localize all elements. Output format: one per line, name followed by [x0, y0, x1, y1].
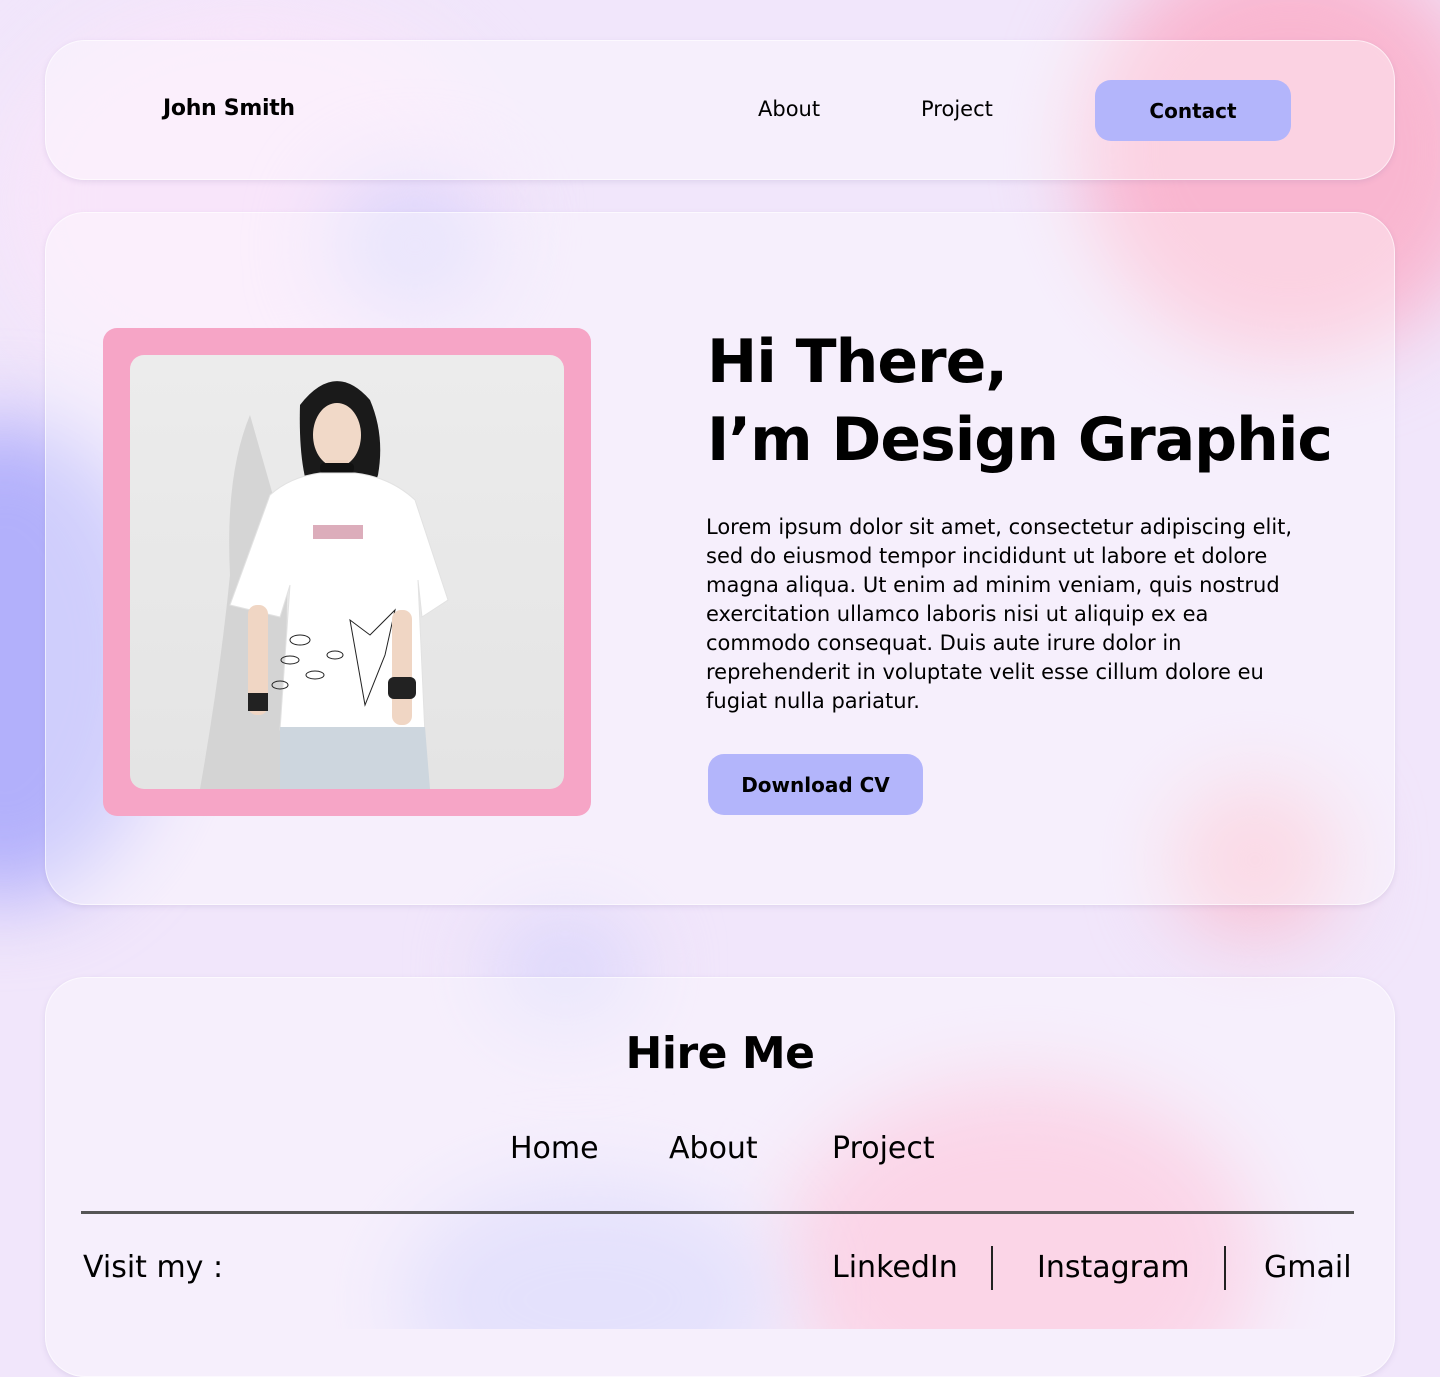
footer-link-project[interactable]: Project	[832, 1131, 935, 1166]
nav-link-about[interactable]: About	[758, 97, 820, 121]
download-cv-button[interactable]: Download CV	[708, 754, 923, 815]
hero-intro-text: Lorem ipsum dolor sit amet, consectetur …	[706, 515, 1293, 713]
brand-name[interactable]: John Smith	[163, 96, 295, 121]
social-link-gmail[interactable]: Gmail	[1264, 1250, 1352, 1285]
headline-line-2: I’m Design Graphic	[707, 405, 1333, 475]
social-link-linkedin[interactable]: LinkedIn	[832, 1250, 958, 1285]
footer-divider	[81, 1211, 1354, 1214]
nav-link-project[interactable]: Project	[921, 97, 993, 121]
hero-headline: Hi There, I’m Design Graphic	[707, 323, 1333, 479]
contact-button[interactable]: Contact	[1095, 80, 1291, 141]
portrait-photo	[130, 355, 564, 789]
hire-me-title: Hire Me	[625, 1028, 815, 1079]
social-separator	[1224, 1246, 1226, 1290]
headline-line-1: Hi There,	[707, 327, 1008, 397]
photo-frame	[103, 328, 591, 816]
hero-section: Hi There, I’m Design Graphic Lorem ipsum…	[45, 212, 1395, 905]
footer-section: Hire Me Home About Project Visit my : Li…	[45, 977, 1395, 1377]
visit-label: Visit my :	[83, 1250, 224, 1285]
footer-link-about[interactable]: About	[669, 1131, 758, 1166]
footer-link-home[interactable]: Home	[510, 1131, 599, 1166]
social-separator	[991, 1246, 993, 1290]
top-navbar: John Smith About Project Contact	[45, 40, 1395, 180]
social-link-instagram[interactable]: Instagram	[1037, 1250, 1190, 1285]
